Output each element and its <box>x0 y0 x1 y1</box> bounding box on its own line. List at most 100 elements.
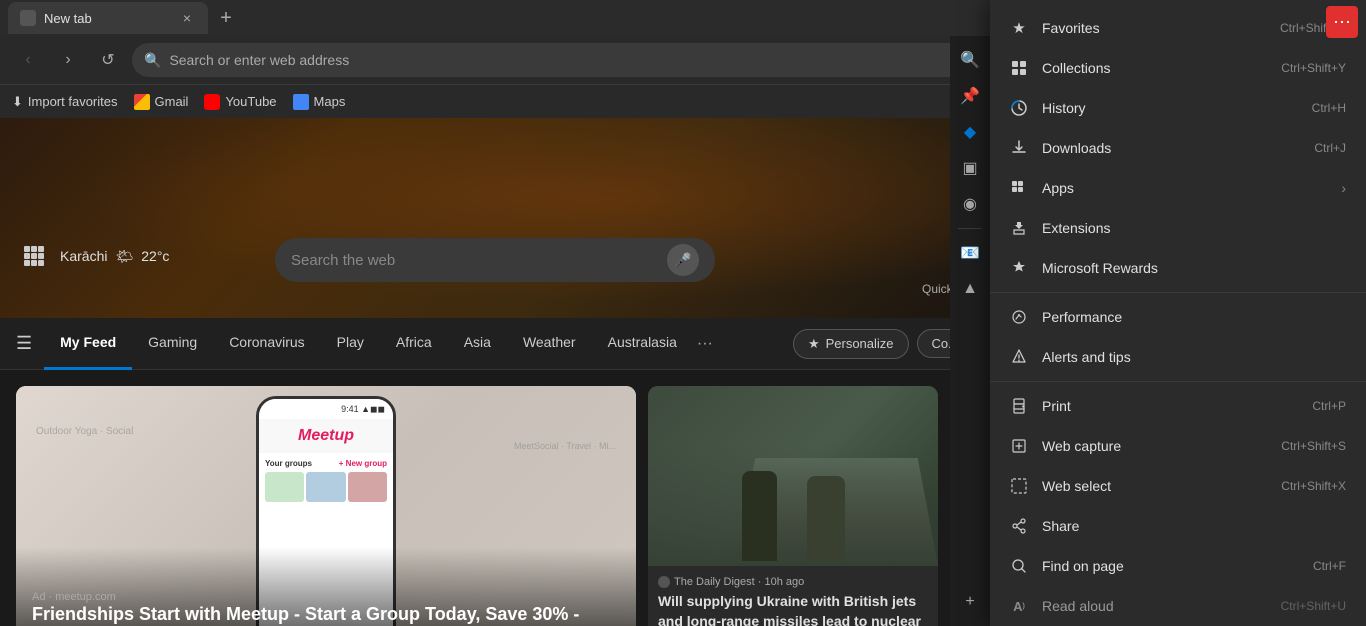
search-text-placeholder: Search the web <box>291 252 395 269</box>
apps-grid-icon <box>24 246 44 266</box>
feed-nav-actions: ★ Personalize Co... <box>793 329 974 359</box>
extensions-icon <box>1010 219 1028 237</box>
active-tab[interactable]: New tab × <box>8 2 208 34</box>
web-search-section: Search the web 🎤 <box>275 238 715 282</box>
feed-card-source: The Daily Digest · 10h ago <box>658 576 928 588</box>
menu-item-performance[interactable]: Performance <box>990 297 1366 337</box>
right-sidebar: 🔍 📌 ◆ ▣ ◉ 📧 ▲ + <box>950 36 990 626</box>
sidebar-extension4-icon[interactable]: ▲ <box>954 273 986 305</box>
sidebar-search-icon[interactable]: 🔍 <box>954 44 986 76</box>
youtube-icon <box>204 94 220 110</box>
downloads-icon <box>1010 139 1028 157</box>
menu-item-alerts[interactable]: Alerts and tips <box>990 337 1366 377</box>
menu-item-print[interactable]: Print Ctrl+P <box>990 386 1366 426</box>
menu-divider-1 <box>990 292 1366 293</box>
feed-card-ukraine-title: Will supplying Ukraine with British jets… <box>658 592 928 626</box>
sidebar-add-button[interactable]: + <box>954 586 986 618</box>
weather-widget[interactable]: Karāchi 🌤 22°c <box>24 246 169 266</box>
sidebar-outlook-icon[interactable]: 📧 <box>954 237 986 269</box>
weather-city: Karāchi <box>60 248 107 264</box>
menu-item-web-select[interactable]: Web select Ctrl+Shift+X <box>990 466 1366 506</box>
gmail-bookmark[interactable]: Gmail <box>134 94 189 110</box>
sidebar-extension2-icon[interactable]: ▣ <box>954 152 986 184</box>
feed-nav-gaming[interactable]: Gaming <box>132 318 213 370</box>
feed-nav-more-button[interactable]: ··· <box>697 335 713 353</box>
maps-icon <box>293 94 309 110</box>
feed-card-ad-label: Ad · meetup.com <box>32 591 620 603</box>
menu-item-read-aloud[interactable]: A) Read aloud Ctrl+Shift+U <box>990 586 1366 626</box>
feed-nav-africa[interactable]: Africa <box>380 318 448 370</box>
menu-item-downloads[interactable]: Downloads Ctrl+J <box>990 128 1366 168</box>
menu-item-history[interactable]: History Ctrl+H <box>990 88 1366 128</box>
menu-item-web-capture[interactable]: Web capture Ctrl+Shift+S <box>990 426 1366 466</box>
maps-label: Maps <box>314 94 346 109</box>
refresh-button[interactable]: ↺ <box>92 44 124 76</box>
alerts-icon <box>1010 348 1028 366</box>
new-tab-button[interactable]: + <box>212 4 240 32</box>
collections-icon <box>1010 59 1028 77</box>
read-aloud-icon: A) <box>1010 597 1028 615</box>
menu-item-favorites[interactable]: ★ Favorites Ctrl+Shift+O <box>990 8 1366 48</box>
feed-nav-australasia[interactable]: Australasia <box>592 318 693 370</box>
web-select-icon <box>1010 477 1028 495</box>
ms-rewards-icon <box>1010 259 1028 277</box>
tab-close-button[interactable]: × <box>178 9 196 27</box>
web-search-bar[interactable]: Search the web 🎤 <box>275 238 715 282</box>
weather-temp: 22°c <box>141 248 169 264</box>
tab-favicon <box>20 10 36 26</box>
print-icon <box>1010 397 1028 415</box>
favorites-icon: ★ <box>1010 19 1028 37</box>
import-label: Import favorites <box>28 94 118 109</box>
performance-icon <box>1010 308 1028 326</box>
browser-menu-panel: ★ Favorites Ctrl+Shift+O Collections Ctr… <box>990 0 1366 626</box>
feed-navigation: ☰ My Feed Gaming Coronavirus Play Africa… <box>0 318 990 370</box>
menu-item-ms-rewards[interactable]: Microsoft Rewards <box>990 248 1366 288</box>
maps-bookmark[interactable]: Maps <box>293 94 346 110</box>
gmail-icon <box>134 94 150 110</box>
source-dot <box>658 576 670 588</box>
personalize-button[interactable]: ★ Personalize <box>793 329 909 359</box>
menu-divider-2 <box>990 381 1366 382</box>
menu-item-apps[interactable]: Apps › <box>990 168 1366 208</box>
voice-search-button[interactable]: 🎤 <box>667 244 699 276</box>
weather-icon: 🌤 <box>115 248 133 265</box>
feed-nav-my-feed[interactable]: My Feed <box>44 318 132 370</box>
sidebar-extension3-icon[interactable]: ◉ <box>954 188 986 220</box>
youtube-bookmark[interactable]: YouTube <box>204 94 276 110</box>
menu-item-find[interactable]: Find on page Ctrl+F <box>990 546 1366 586</box>
forward-button[interactable]: › <box>52 44 84 76</box>
history-icon <box>1010 99 1028 117</box>
sidebar-extension1-icon[interactable]: ◆ <box>954 116 986 148</box>
feed-nav-weather[interactable]: Weather <box>507 318 592 370</box>
web-capture-icon <box>1010 437 1028 455</box>
find-icon <box>1010 557 1028 575</box>
hero-background: Karāchi 🌤 22°c Search the web 🎤 Quick li… <box>0 118 990 318</box>
menu-item-collections[interactable]: Collections Ctrl+Shift+Y <box>990 48 1366 88</box>
sidebar-pin-icon[interactable]: 📌 <box>954 80 986 112</box>
import-icon: ⬇ <box>12 94 23 110</box>
hamburger-menu-button[interactable]: ☰ <box>16 333 32 354</box>
menu-item-share[interactable]: Share <box>990 506 1366 546</box>
import-favorites-button[interactable]: ⬇ Import favorites <box>12 94 118 110</box>
feed-nav-asia[interactable]: Asia <box>448 318 507 370</box>
three-dots-menu-button[interactable]: ⋯ <box>1326 6 1358 38</box>
gmail-label: Gmail <box>155 94 189 109</box>
new-tab-page: Karāchi 🌤 22°c Search the web 🎤 Quick li… <box>0 118 990 626</box>
personalize-star-icon: ★ <box>808 336 820 352</box>
feed-card-ukraine-body: The Daily Digest · 10h ago Will supplyin… <box>648 566 938 626</box>
menu-item-extensions[interactable]: Extensions <box>990 208 1366 248</box>
feed-card-meetup[interactable]: 9:41 ▲◼◼ Meetup Your groups + New group <box>16 386 636 626</box>
feed-nav-coronavirus[interactable]: Coronavirus <box>213 318 320 370</box>
apps-icon <box>1010 179 1028 197</box>
feed-card-ukraine-image <box>648 386 938 566</box>
tab-title: New tab <box>44 11 92 26</box>
feed-nav-play[interactable]: Play <box>321 318 380 370</box>
feed-content: 9:41 ▲◼◼ Meetup Your groups + New group <box>0 370 990 626</box>
feed-card-ukraine[interactable]: The Daily Digest · 10h ago Will supplyin… <box>648 386 938 626</box>
feed-card-meetup-overlay: Ad · meetup.com Friendships Start with M… <box>16 547 636 626</box>
share-icon <box>1010 517 1028 535</box>
feed-card-meetup-title: Friendships Start with Meetup - Start a … <box>32 603 620 626</box>
sidebar-divider-1 <box>958 228 982 229</box>
youtube-label: YouTube <box>225 94 276 109</box>
back-button[interactable]: ‹ <box>12 44 44 76</box>
